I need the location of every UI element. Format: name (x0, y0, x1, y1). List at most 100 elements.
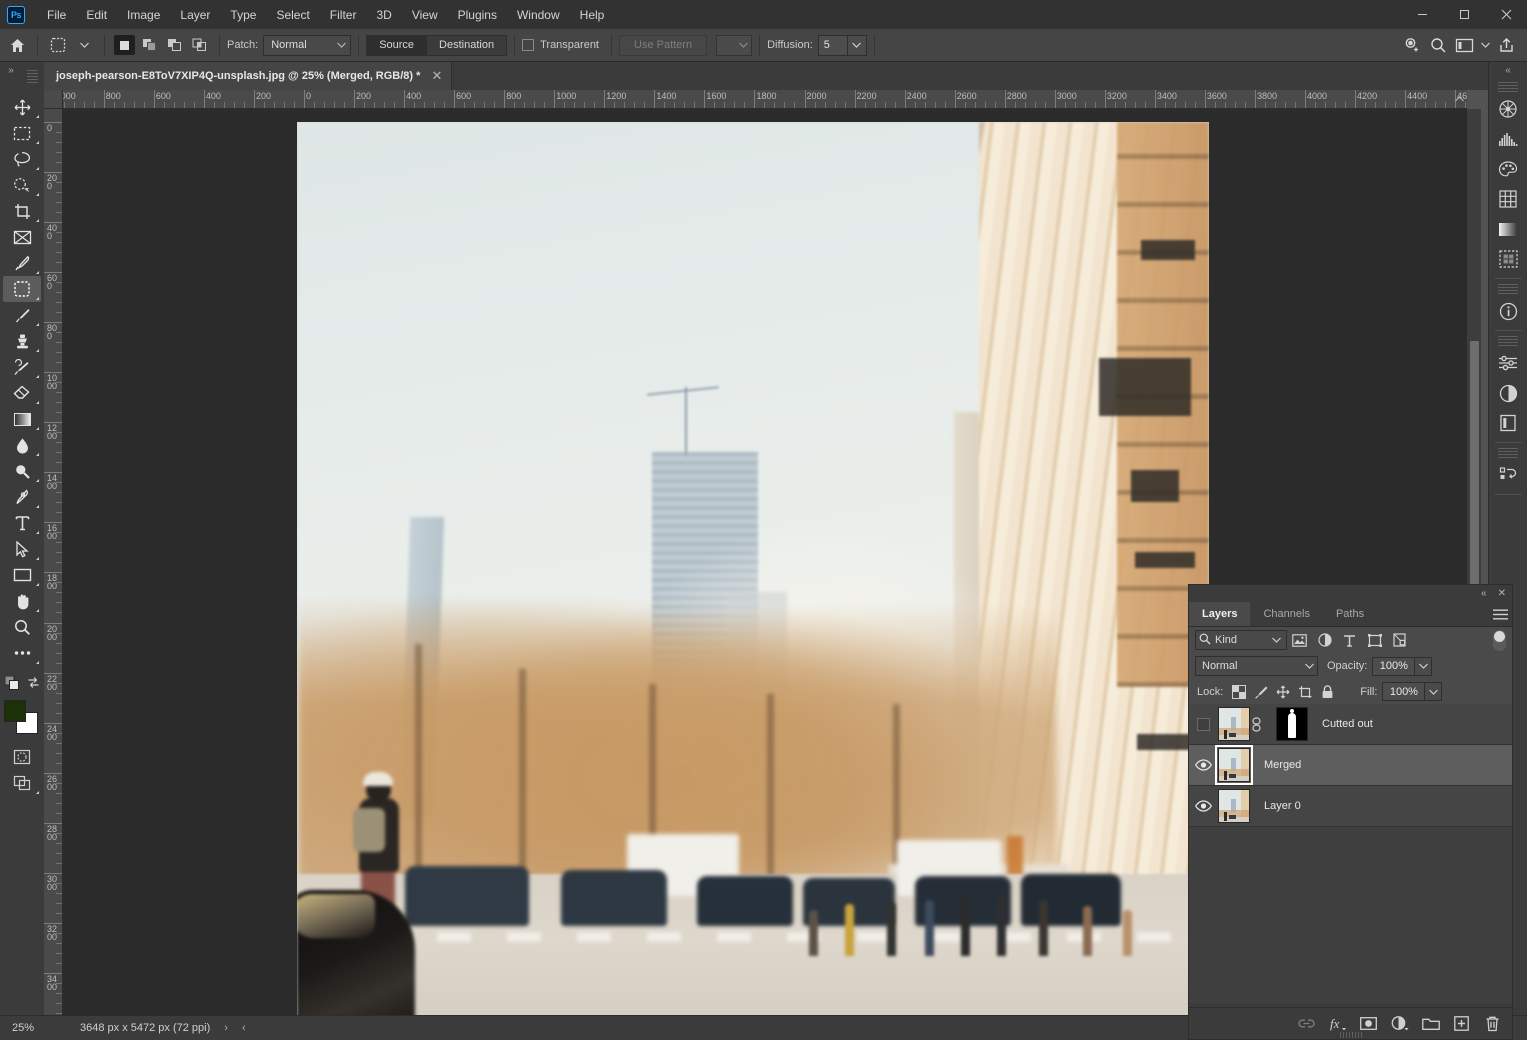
menu-view[interactable]: View (402, 4, 448, 26)
frame-tool[interactable] (3, 224, 41, 250)
lock-artboard-nesting-icon[interactable] (1294, 681, 1316, 703)
layer-name[interactable]: Cutted out (1322, 718, 1373, 730)
home-icon[interactable] (4, 33, 30, 57)
add-to-selection-button[interactable] (139, 35, 160, 55)
tab-layers[interactable]: Layers (1189, 602, 1251, 626)
dock-grip[interactable] (1498, 283, 1518, 294)
lock-all-icon[interactable] (1316, 681, 1338, 703)
layer-visibility-toggle[interactable] (1189, 704, 1218, 745)
patch-mode-select[interactable]: Normal (263, 34, 352, 56)
scrollbar-thumb[interactable] (1470, 341, 1479, 591)
opacity-chevron-down-icon[interactable] (1415, 656, 1433, 676)
layer-thumbnail[interactable] (1218, 707, 1250, 741)
path-selection-tool[interactable] (3, 536, 41, 562)
rectangle-tool[interactable] (3, 562, 41, 588)
type-tool[interactable] (3, 510, 41, 536)
layer-thumbnail[interactable] (1218, 789, 1250, 823)
layer-mask-thumbnail[interactable] (1276, 707, 1308, 741)
pixel-filter-icon[interactable] (1287, 629, 1312, 651)
patterns-icon[interactable] (1492, 184, 1525, 214)
collapse-panel-icon[interactable]: « (1481, 588, 1487, 599)
lock-transparent-pixels-icon[interactable] (1228, 681, 1250, 703)
menu-type[interactable]: Type (220, 4, 266, 26)
tool-preset-chevron-icon[interactable] (71, 33, 97, 57)
screen-mode-icon[interactable] (3, 770, 41, 796)
zoom-tool[interactable] (3, 614, 41, 640)
tab-channels[interactable]: Channels (1250, 602, 1323, 626)
workspace-icon[interactable] (1451, 33, 1477, 57)
edit-toolbar-ellipsis[interactable] (3, 640, 41, 666)
menu-edit[interactable]: Edit (76, 4, 117, 26)
filter-toggle-switch[interactable] (1493, 629, 1506, 651)
crop-tool[interactable] (3, 198, 41, 224)
subtract-from-selection-button[interactable] (164, 35, 185, 55)
close-panel-icon[interactable]: ✕ (1498, 588, 1506, 599)
pattern-picker[interactable] (716, 34, 753, 56)
minimize-button[interactable] (1401, 0, 1443, 29)
smart-object-filter-icon[interactable] (1387, 629, 1412, 651)
search-icon[interactable] (1425, 33, 1451, 57)
close-button[interactable] (1485, 0, 1527, 29)
new-group-icon[interactable] (1417, 1011, 1444, 1037)
status-prev-icon[interactable]: ‹ (242, 1022, 246, 1034)
status-next-icon[interactable]: › (224, 1022, 228, 1034)
pen-tool[interactable] (3, 484, 41, 510)
collapse-dock-icon[interactable]: « (1489, 62, 1527, 78)
zoom-level[interactable]: 25% (0, 1022, 62, 1034)
adjustment-filter-icon[interactable] (1312, 629, 1337, 651)
workspace-chevron-down-icon[interactable] (1477, 33, 1493, 57)
menu-window[interactable]: Window (507, 4, 570, 26)
layers-list[interactable]: Cutted out Merged Layer 0 (1189, 704, 1512, 1003)
use-pattern-button[interactable]: Use Pattern (619, 34, 708, 56)
quick-mask-icon[interactable] (3, 744, 41, 770)
histogram-icon[interactable] (1492, 124, 1525, 154)
share-user-icon[interactable] (1399, 33, 1425, 57)
contrast-icon[interactable] (1492, 378, 1525, 408)
menu-filter[interactable]: Filter (320, 4, 367, 26)
patch-tool-icon[interactable] (45, 33, 71, 57)
dock-grip[interactable] (1498, 81, 1518, 92)
dodge-tool[interactable] (3, 458, 41, 484)
lock-image-pixels-icon[interactable] (1250, 681, 1272, 703)
dock-grip[interactable] (1498, 447, 1518, 458)
eyedropper-tool[interactable] (3, 250, 41, 276)
link-layers-icon[interactable] (1250, 716, 1263, 732)
gradient-tool[interactable] (3, 406, 41, 432)
document-tab[interactable]: joseph-pearson-E8ToV7XIP4Q-unsplash.jpg … (44, 62, 453, 90)
menu-3d[interactable]: 3D (366, 4, 401, 26)
horizontal-ruler[interactable]: 1000800600400200020040060080010001200140… (63, 90, 1467, 109)
new-selection-button[interactable] (114, 35, 135, 55)
tab-bar-grip[interactable] (22, 62, 44, 90)
lasso-tool[interactable] (3, 146, 41, 172)
export-icon[interactable] (1493, 33, 1519, 57)
intersect-with-selection-button[interactable] (189, 35, 210, 55)
hand-tool[interactable] (3, 588, 41, 614)
destination-button[interactable]: Destination (427, 35, 507, 55)
menu-help[interactable]: Help (570, 4, 615, 26)
layer-name[interactable]: Merged (1264, 759, 1301, 771)
link-layers-icon[interactable] (1293, 1011, 1320, 1037)
swatches-icon[interactable] (1492, 154, 1525, 184)
move-tool[interactable] (3, 94, 41, 120)
fill-input[interactable]: 100% (1382, 682, 1426, 701)
default-colors-icon[interactable] (4, 675, 19, 693)
delete-layer-icon[interactable] (1479, 1011, 1506, 1037)
table-row[interactable]: Cutted out (1189, 704, 1512, 745)
close-icon[interactable]: ✕ (431, 68, 442, 84)
table-row[interactable]: Merged (1189, 745, 1512, 786)
menu-layer[interactable]: Layer (170, 4, 220, 26)
foreground-color-swatch[interactable] (4, 700, 26, 722)
expand-panels-icon[interactable]: » (0, 62, 22, 90)
shape-filter-icon[interactable] (1362, 629, 1387, 651)
menu-file[interactable]: File (37, 4, 76, 26)
new-adjustment-layer-icon[interactable] (1386, 1011, 1413, 1037)
layer-visibility-toggle[interactable] (1189, 745, 1218, 786)
brush-tool[interactable] (3, 302, 41, 328)
filter-kind-select[interactable]: Kind (1195, 630, 1287, 650)
actions-icon[interactable] (1492, 460, 1525, 490)
menu-select[interactable]: Select (266, 4, 319, 26)
object-selection-tool[interactable] (3, 172, 41, 198)
gradients-icon[interactable] (1492, 214, 1525, 244)
source-button[interactable]: Source (367, 35, 428, 55)
image-canvas[interactable] (297, 122, 1209, 1015)
